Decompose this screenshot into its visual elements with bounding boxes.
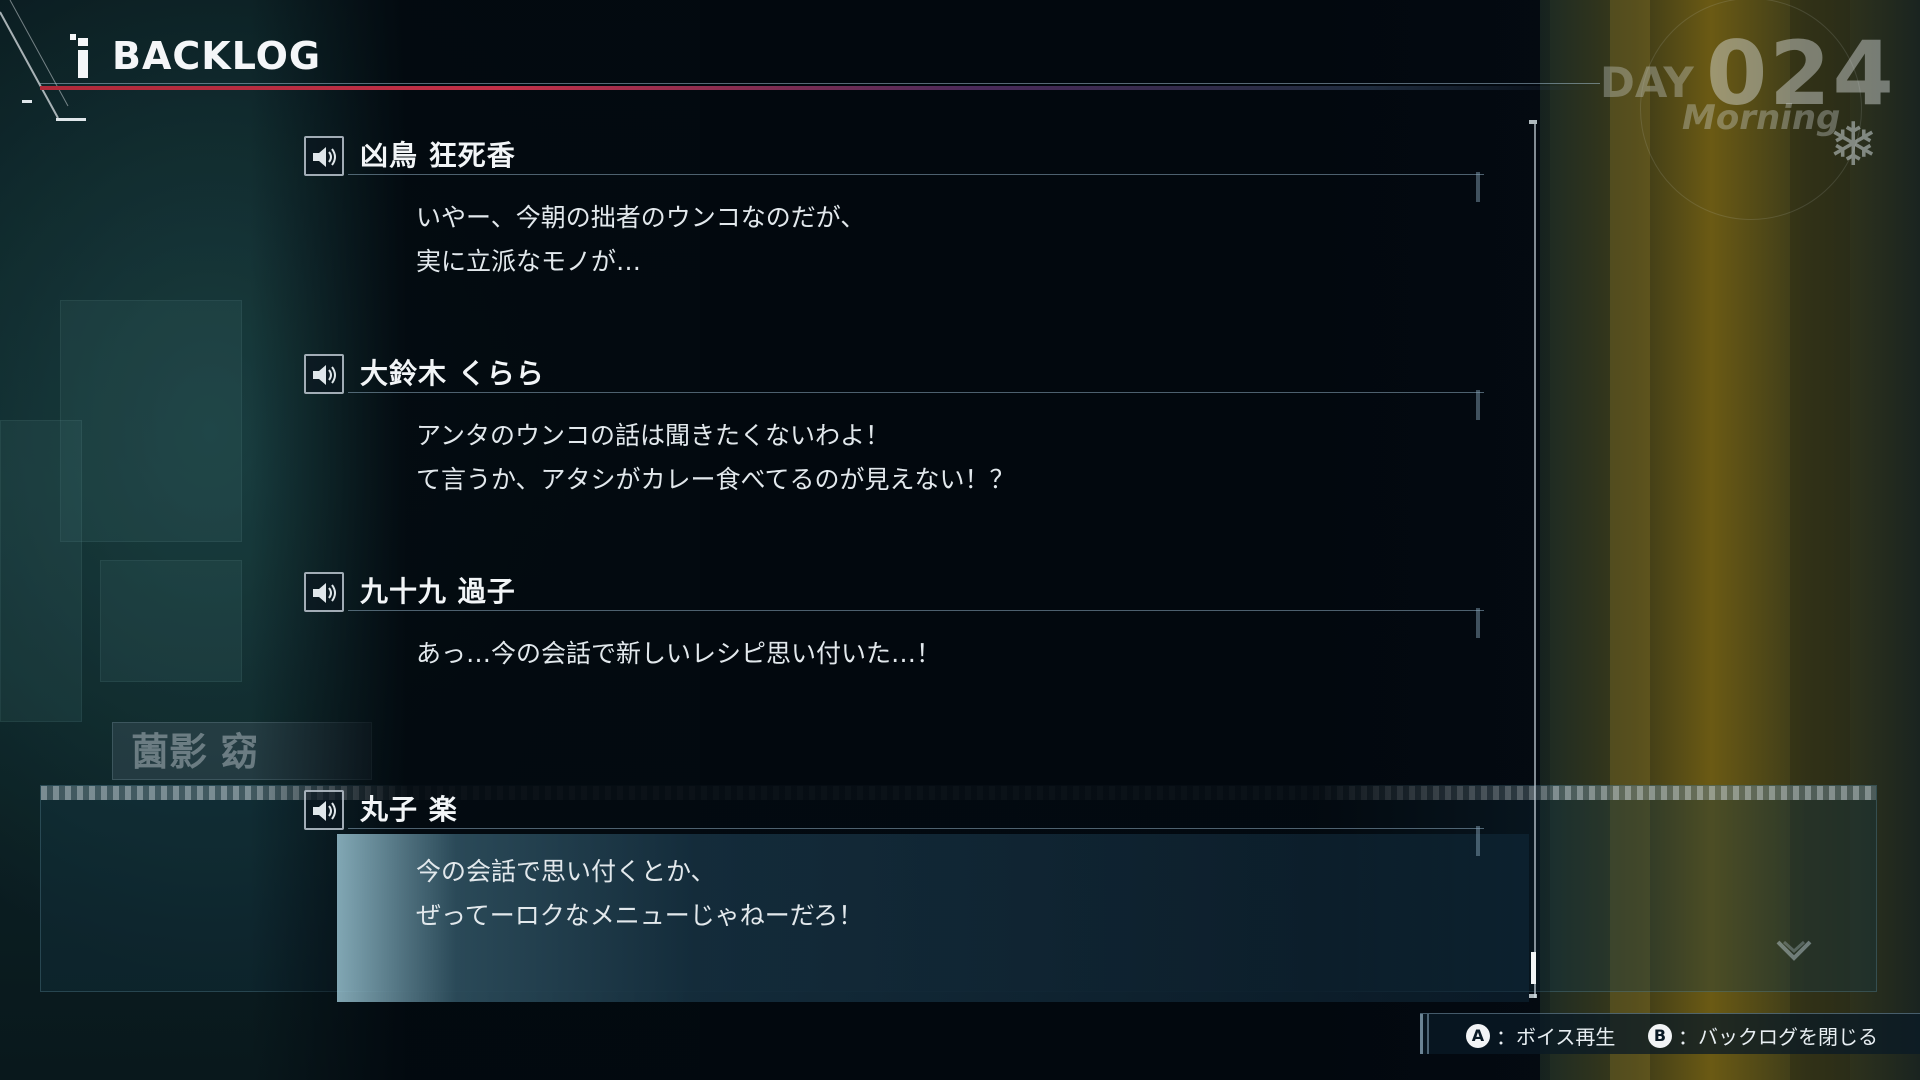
name-divider-tick (1476, 608, 1480, 638)
day-label: DAY (1600, 58, 1694, 107)
speaker-icon (313, 801, 336, 821)
header-accent-line (40, 86, 1600, 90)
dialogue-line: て言うか、アタシがカレー食べてるのが見えない！？ (416, 465, 1015, 494)
dialogue-line: ぜってーロクなメニューじゃねーだろ！ (416, 901, 864, 930)
voice-replay-button[interactable] (304, 354, 344, 394)
speaker-icon (313, 583, 336, 603)
speaker-name: 九十九 過子 (360, 575, 516, 608)
name-divider (348, 174, 1484, 175)
hint-close-backlog[interactable]: B ：バックログを閉じる (1648, 1021, 1878, 1050)
scrollbar-cap-top (1529, 120, 1537, 124)
snowflake-icon: ❄ (1828, 110, 1879, 180)
header-rule (40, 83, 1600, 84)
speaker-icon (313, 365, 336, 385)
name-divider (348, 828, 1484, 829)
speaker-name: 大鈴木 くらら (360, 357, 545, 390)
speaker-name: 凶鳥 狂死香 (360, 139, 516, 172)
name-divider-tick (1476, 172, 1480, 202)
speaker-name: 丸子 楽 (360, 793, 458, 826)
voice-replay-button[interactable] (304, 790, 344, 830)
chevron-down-icon (1776, 940, 1812, 961)
control-hints-bar: A ：ボイス再生 B ：バックログを閉じる (1420, 1013, 1920, 1054)
dialogue-line: あっ…今の会話で新しいレシピ思い付いた…！ (416, 639, 942, 668)
hint-voice-playback[interactable]: A ：ボイス再生 (1466, 1021, 1615, 1050)
dialogue-line: いやー、今朝の拙者のウンコなのだが、 (416, 203, 866, 232)
scrollbar-cap-bottom (1529, 994, 1537, 998)
voice-replay-button[interactable] (304, 572, 344, 612)
dialogue-line: 実に立派なモノが… (416, 247, 642, 276)
dialogue-line: 今の会話で思い付くとか、 (416, 857, 716, 886)
hint-label: ：バックログを閉じる (1678, 1025, 1878, 1049)
info-icon (70, 34, 88, 78)
time-of-day: Morning (1682, 98, 1841, 138)
b-button-icon: B (1648, 1023, 1672, 1048)
scrollbar-track[interactable] (1534, 124, 1536, 998)
page-title: BACKLOG (112, 34, 322, 78)
name-divider (348, 610, 1484, 611)
speaker-icon (313, 147, 336, 167)
name-divider-tick (1476, 826, 1480, 856)
voice-replay-button[interactable] (304, 136, 344, 176)
name-divider-tick (1476, 390, 1480, 420)
dialogue-line: アンタのウンコの話は聞きたくないわよ！ (416, 421, 891, 450)
scrollbar-thumb[interactable] (1531, 952, 1536, 984)
name-divider (348, 392, 1484, 393)
a-button-icon: A (1466, 1023, 1490, 1048)
hint-label: ：ボイス再生 (1496, 1025, 1616, 1049)
day-indicator: DAY 024 Morning ❄ (1600, 0, 1900, 220)
